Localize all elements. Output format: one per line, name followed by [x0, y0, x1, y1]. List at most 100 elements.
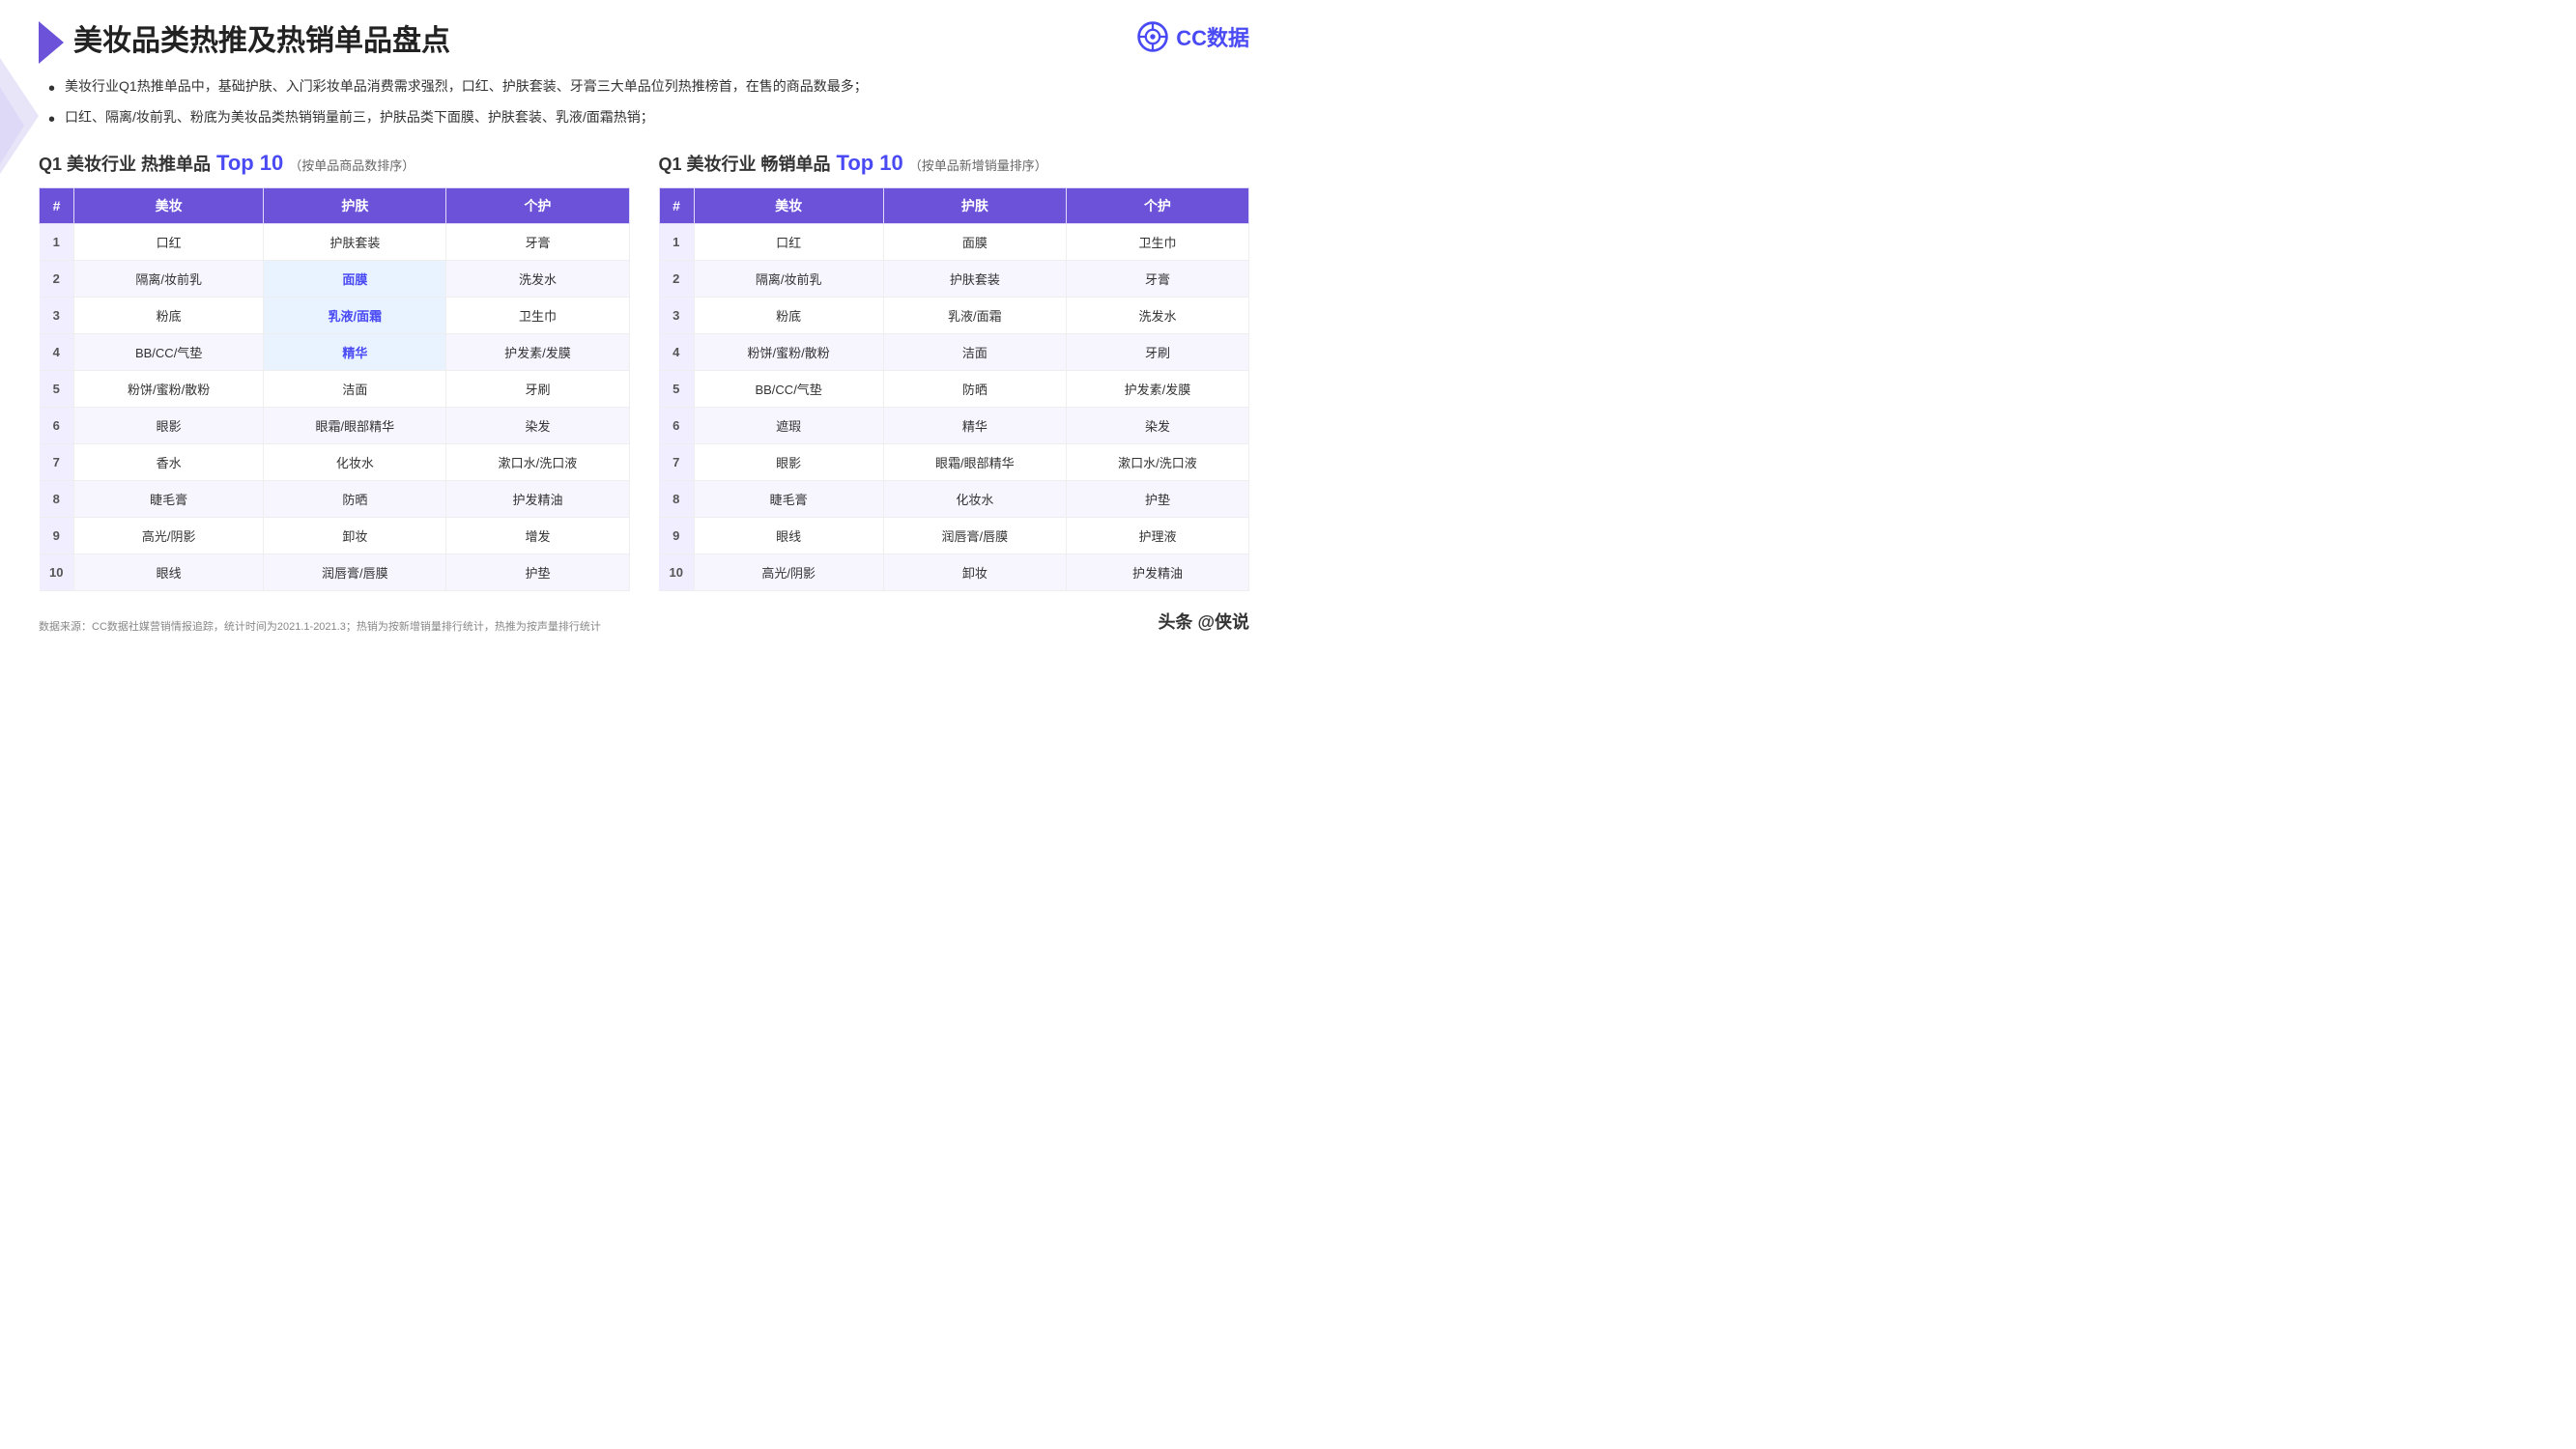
table2-title-top: Top 10 — [837, 151, 903, 176]
cell-col1: 高光/阴影 — [74, 518, 264, 554]
cell-rank: 8 — [659, 481, 694, 518]
cell-col2: 乳液/面霜 — [264, 298, 446, 334]
cell-rank: 9 — [659, 518, 694, 554]
cell-col2: 面膜 — [883, 224, 1066, 261]
bg-decoration-2 — [0, 87, 24, 164]
cell-col3: 染发 — [1066, 408, 1248, 444]
cell-col1: 粉底 — [74, 298, 264, 334]
table-row: 2隔离/妆前乳面膜洗发水 — [40, 261, 630, 298]
table-row: 3粉底乳液/面霜洗发水 — [659, 298, 1249, 334]
table2-header-row: # 美妆 护肤 个护 — [659, 188, 1249, 224]
cell-rank: 10 — [40, 554, 74, 591]
cell-rank: 4 — [659, 334, 694, 371]
bullets-section: • 美妆行业Q1热推单品中，基础护肤、入门彩妆单品消费需求强烈，口红、护肤套装、… — [39, 75, 1249, 133]
title-block: 美妆品类热推及热销单品盘点 — [39, 19, 450, 64]
table2-col-makeup: 美妆 — [694, 188, 883, 224]
cell-col3: 护发素/发膜 — [1066, 371, 1248, 408]
bullet-2: • 口红、隔离/妆前乳、粉底为美妆品类热销销量前三，护肤品类下面膜、护肤套装、乳… — [48, 106, 1249, 133]
cell-col1: 隔离/妆前乳 — [694, 261, 883, 298]
cell-col1: 眼线 — [74, 554, 264, 591]
cell-col3: 护发素/发膜 — [446, 334, 629, 371]
page: 美妆品类热推及热销单品盘点 CC数据 • 美妆行业Q1热推单品中，基础护肤、入门… — [0, 0, 1288, 724]
cell-col2: 面膜 — [264, 261, 446, 298]
logo-text: CC数据 — [1176, 21, 1249, 52]
bg-decoration-1 — [0, 58, 39, 174]
table-row: 6遮瑕精华染发 — [659, 408, 1249, 444]
table1-title-prefix: Q1 美妆行业 热推单品 — [39, 151, 211, 176]
cell-col3: 护发精油 — [1066, 554, 1248, 591]
table-row: 7香水化妆水漱口水/洗口液 — [40, 444, 630, 481]
table-row: 1口红护肤套装牙膏 — [40, 224, 630, 261]
bullet-dot-1: • — [48, 75, 55, 102]
cell-col1: 粉底 — [694, 298, 883, 334]
cell-col3: 漱口水/洗口液 — [1066, 444, 1248, 481]
cell-rank: 10 — [659, 554, 694, 591]
cell-rank: 3 — [659, 298, 694, 334]
cell-col3: 护发精油 — [446, 481, 629, 518]
table1-title-top: Top 10 — [216, 151, 283, 176]
table-block-2: Q1 美妆行业 畅销单品 Top 10 （按单品新增销量排序） CC数据 # 美… — [659, 151, 1250, 591]
cell-rank: 9 — [40, 518, 74, 554]
cell-col2: 护肤套装 — [264, 224, 446, 261]
cell-col2: 眼霜/眼部精华 — [883, 444, 1066, 481]
table1-col-rank: # — [40, 188, 74, 224]
cell-col3: 牙膏 — [1066, 261, 1248, 298]
cell-col1: 眼线 — [694, 518, 883, 554]
page-header: 美妆品类热推及热销单品盘点 CC数据 — [39, 19, 1249, 64]
table-row: 1口红面膜卫生巾 — [659, 224, 1249, 261]
cell-col1: 高光/阴影 — [694, 554, 883, 591]
table-row: 10眼线润唇膏/唇膜护垫 — [40, 554, 630, 591]
cell-rank: 1 — [659, 224, 694, 261]
cell-col1: 粉饼/蜜粉/散粉 — [74, 371, 264, 408]
cell-rank: 2 — [40, 261, 74, 298]
table2-col-personal: 个护 — [1066, 188, 1248, 224]
table1-col-skincare: 护肤 — [264, 188, 446, 224]
table-row: 8睫毛膏防晒护发精油 — [40, 481, 630, 518]
cell-col2: 润唇膏/唇膜 — [883, 518, 1066, 554]
bullet-text-1: 美妆行业Q1热推单品中，基础护肤、入门彩妆单品消费需求强烈，口红、护肤套装、牙膏… — [65, 75, 868, 99]
cell-col1: BB/CC/气垫 — [694, 371, 883, 408]
cell-col2: 眼霜/眼部精华 — [264, 408, 446, 444]
cell-col2: 乳液/面霜 — [883, 298, 1066, 334]
table2-title-suffix: （按单品新增销量排序） — [909, 156, 1047, 174]
cell-col2: 化妆水 — [883, 481, 1066, 518]
table2-title: Q1 美妆行业 畅销单品 Top 10 （按单品新增销量排序） — [659, 151, 1250, 176]
cell-col3: 增发 — [446, 518, 629, 554]
cell-col3: 卫生巾 — [1066, 224, 1248, 261]
cell-rank: 6 — [659, 408, 694, 444]
cell-col3: 牙刷 — [446, 371, 629, 408]
cell-col3: 牙刷 — [1066, 334, 1248, 371]
cell-col1: 睫毛膏 — [74, 481, 264, 518]
page-title: 美妆品类热推及热销单品盘点 — [73, 24, 450, 59]
footer-brand: 头条 @侠说 — [1158, 609, 1249, 634]
cell-rank: 7 — [40, 444, 74, 481]
table1-col-makeup: 美妆 — [74, 188, 264, 224]
cell-col2: 洁面 — [883, 334, 1066, 371]
cell-col3: 卫生巾 — [446, 298, 629, 334]
cell-col1: BB/CC/气垫 — [74, 334, 264, 371]
cell-col1: 眼影 — [74, 408, 264, 444]
cell-col1: 口红 — [694, 224, 883, 261]
cell-col2: 卸妆 — [883, 554, 1066, 591]
bullet-dot-2: • — [48, 106, 55, 133]
tables-section: Q1 美妆行业 热推单品 Top 10 （按单品商品数排序） CC数据 # 美妆… — [39, 151, 1249, 591]
cell-rank: 3 — [40, 298, 74, 334]
cell-col3: 护理液 — [1066, 518, 1248, 554]
cell-col3: 护垫 — [446, 554, 629, 591]
cell-col2: 防晒 — [264, 481, 446, 518]
cell-col2: 润唇膏/唇膜 — [264, 554, 446, 591]
title-arrow-icon — [39, 21, 64, 64]
footer-note: 数据来源：CC数据社媒营销情报追踪，统计时间为2021.1-2021.3；热销为… — [39, 618, 601, 634]
table2: # 美妆 护肤 个护 1口红面膜卫生巾2隔离/妆前乳护肤套装牙膏3粉底乳液/面霜… — [659, 187, 1250, 591]
cell-col1: 隔离/妆前乳 — [74, 261, 264, 298]
cc-logo-icon — [1135, 19, 1170, 54]
cell-col2: 精华 — [264, 334, 446, 371]
table-row: 8睫毛膏化妆水护垫 — [659, 481, 1249, 518]
table1: # 美妆 护肤 个护 1口红护肤套装牙膏2隔离/妆前乳面膜洗发水3粉底乳液/面霜… — [39, 187, 630, 591]
table1-header-row: # 美妆 护肤 个护 — [40, 188, 630, 224]
cell-col2: 防晒 — [883, 371, 1066, 408]
cell-col2: 化妆水 — [264, 444, 446, 481]
cell-rank: 6 — [40, 408, 74, 444]
table2-col-rank: # — [659, 188, 694, 224]
table2-col-skincare: 护肤 — [883, 188, 1066, 224]
